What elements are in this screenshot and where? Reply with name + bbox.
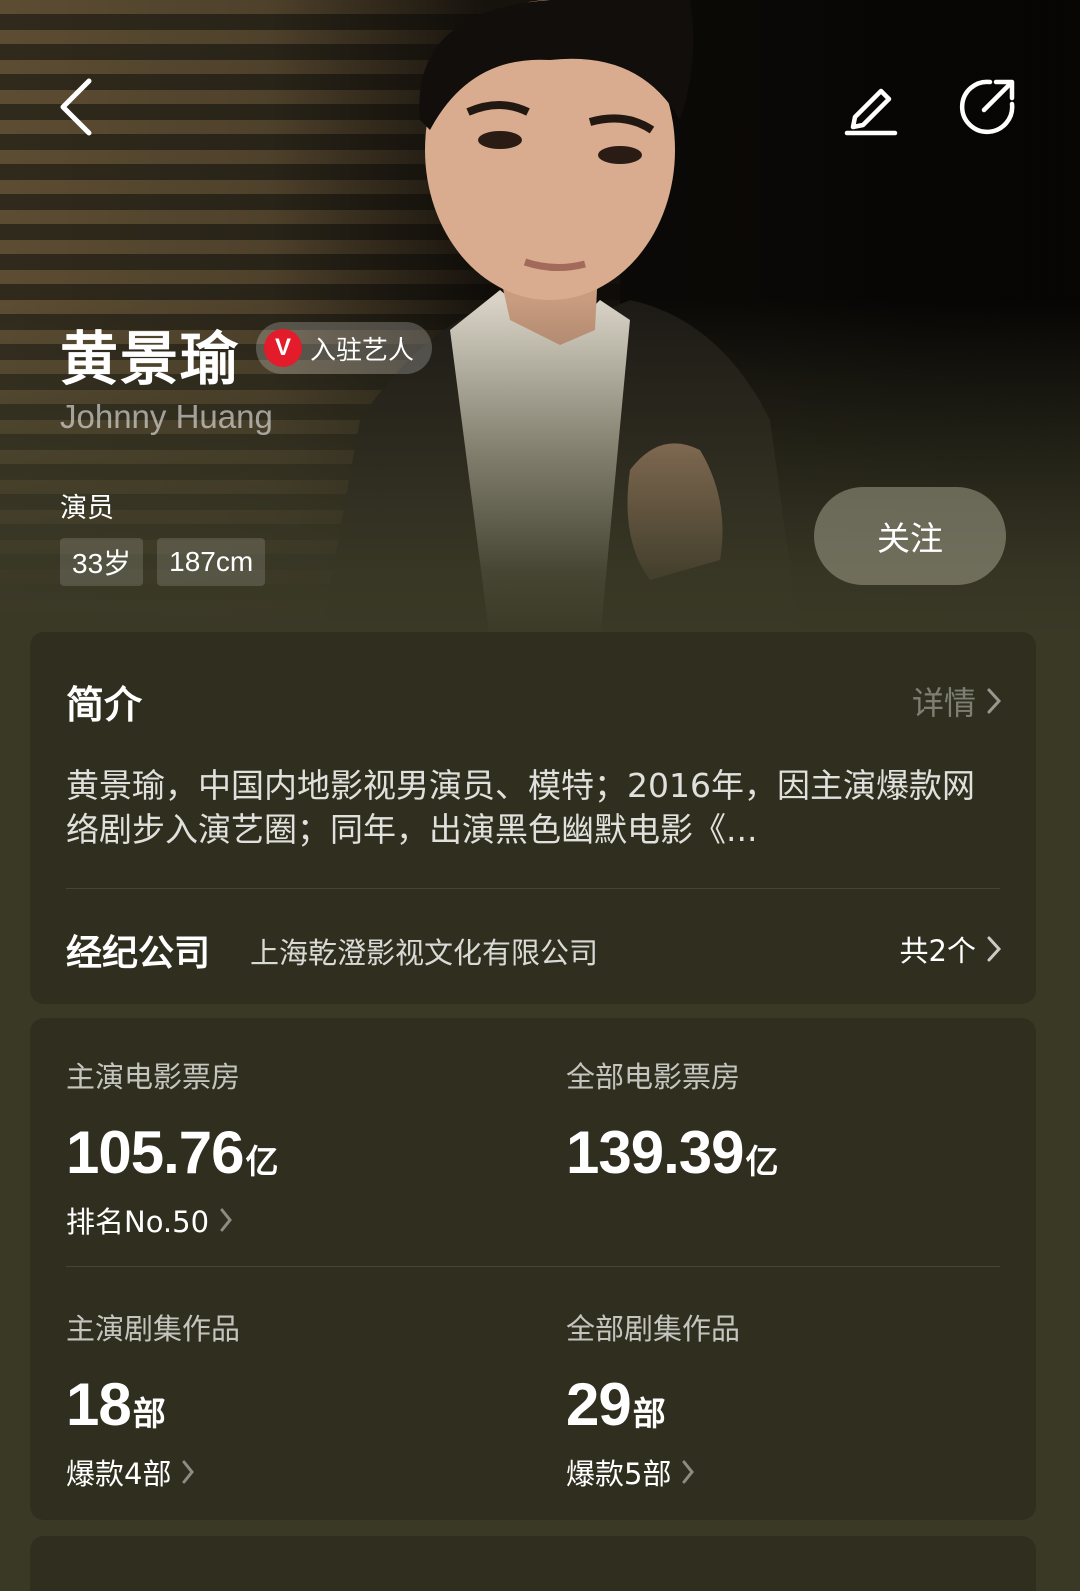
stat-unit: 亿 [245,1142,279,1181]
agency-label: 经纪公司 [66,933,211,974]
ranking-link[interactable]: 排名No.50 [66,1199,279,1241]
verified-artist-badge: V 入驻艺人 [256,322,433,374]
stats-card: 主演电影票房 105.76 亿 排名No.50 全部电影票房 139.39 亿 … [30,1018,1036,1520]
artist-english-name: Johnny Huang [60,398,273,435]
stat-number: 18 [66,1371,132,1438]
chevron-right-icon [220,1208,232,1232]
chevron-right-icon [682,1460,695,1484]
follow-button[interactable]: 关注 [814,487,1006,585]
stat-number: 105.76 [66,1119,245,1186]
age-tag: 33岁 [60,538,144,586]
stat-sub: 爆款5部 [566,1457,672,1491]
agency-count-link[interactable]: 共2个 [900,928,1002,970]
chevron-right-icon [182,1460,195,1484]
stat-sub: 爆款4部 [66,1457,172,1491]
intro-title: 简介 [66,683,143,727]
artist-name: 黄景瑜 [60,325,241,393]
lead-film-box-office[interactable]: 主演电影票房 105.76 亿 排名No.50 [66,1054,279,1241]
stat-value: 18 部 [66,1370,240,1439]
stat-unit: 部 [632,1394,666,1433]
share-icon[interactable] [952,72,1022,142]
stat-unit: 部 [132,1394,166,1433]
stat-label: 全部电影票房 [566,1060,741,1094]
stat-label: 主演电影票房 [66,1060,241,1094]
next-card [30,1536,1036,1591]
stat-value: 105.76 亿 [66,1118,279,1187]
hit-works-link[interactable]: 爆款4部 [66,1451,240,1493]
badge-label: 入驻艺人 [310,335,415,366]
stat-number: 139.39 [566,1119,745,1186]
chevron-right-icon [987,688,1002,714]
back-arrow-icon[interactable] [40,72,110,142]
stat-number: 29 [566,1371,632,1438]
intro-card: 简介 详情 黄景瑜，中国内地影视男演员、模特；2016年，因主演爆款网络剧步入演… [30,632,1036,1004]
detail-link[interactable]: 详情 [912,678,1002,724]
stat-label: 主演剧集作品 [66,1312,241,1346]
stat-unit: 亿 [745,1142,779,1181]
intro-text[interactable]: 黄景瑜，中国内地影视男演员、模特；2016年，因主演爆款网络剧步入演艺圈；同年，… [66,764,1006,852]
divider [66,888,1000,889]
attribute-tags: 33岁 187cm [60,538,266,586]
stat-sub: 排名No.50 [66,1205,210,1239]
detail-label: 详情 [911,684,976,722]
agency-count: 共2个 [899,934,976,968]
divider [66,1266,1000,1267]
profession-label: 演员 [60,493,114,524]
chevron-right-icon [987,936,1002,962]
stat-value: 29 部 [566,1370,740,1439]
edit-pencil-icon[interactable] [836,72,906,142]
stat-label: 全部剧集作品 [566,1312,741,1346]
agency-name[interactable]: 上海乾澄影视文化有限公司 [250,930,598,972]
hit-works-link[interactable]: 爆款5部 [566,1451,740,1493]
height-tag: 187cm [157,538,266,586]
verified-icon: V [264,329,302,367]
lead-series-works[interactable]: 主演剧集作品 18 部 爆款4部 [66,1306,240,1493]
all-film-box-office[interactable]: 全部电影票房 139.39 亿 [566,1054,779,1187]
all-series-works[interactable]: 全部剧集作品 29 部 爆款5部 [566,1306,740,1493]
stat-value: 139.39 亿 [566,1118,779,1187]
